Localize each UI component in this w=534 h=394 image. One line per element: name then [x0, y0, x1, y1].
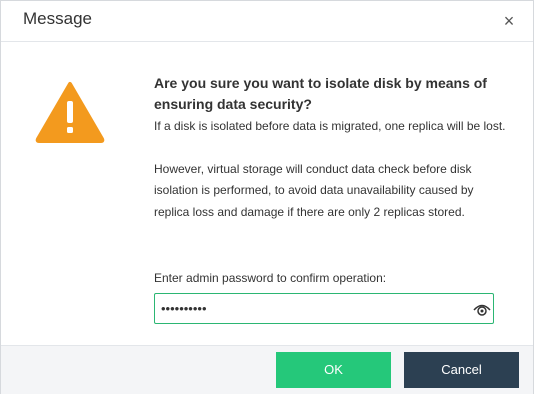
cancel-button[interactable]: Cancel: [404, 352, 519, 388]
dialog-titlebar: Message ×: [1, 1, 533, 42]
warning-paragraph-1: If a disk is isolated before data is mig…: [154, 119, 506, 133]
message-content: Are you sure you want to isolate disk by…: [154, 73, 509, 223]
ok-button[interactable]: OK: [276, 352, 391, 388]
dialog-footer: OK Cancel: [1, 345, 533, 394]
password-label: Enter admin password to confirm operatio…: [154, 271, 387, 285]
dialog-title: Message: [23, 9, 92, 28]
eye-icon[interactable]: [473, 301, 491, 317]
warning-triangle-icon: [35, 82, 105, 143]
warning-paragraph-2: However, virtual storage will conduct da…: [154, 161, 474, 219]
password-field[interactable]: [154, 293, 494, 324]
close-icon[interactable]: ×: [499, 11, 519, 31]
password-input[interactable]: [155, 294, 461, 323]
message-dialog: Message × Are you sure you want to isola…: [0, 0, 534, 394]
confirm-heading: Are you sure you want to isolate disk by…: [154, 75, 487, 112]
